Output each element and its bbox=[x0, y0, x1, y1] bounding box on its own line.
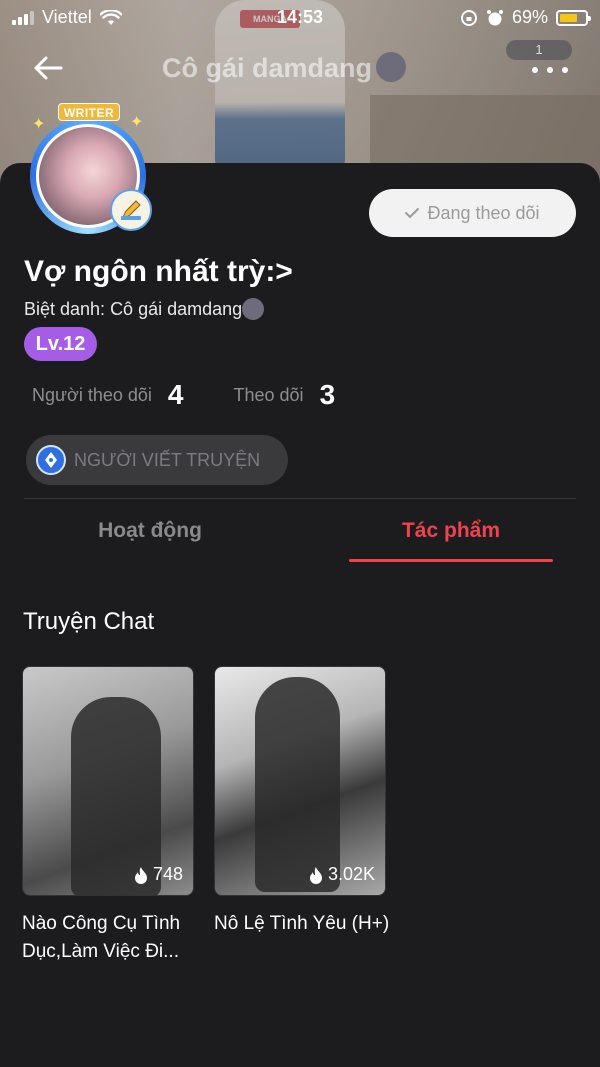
fire-icon bbox=[309, 866, 322, 884]
pen-badge-icon bbox=[110, 189, 152, 231]
view-count: 748 bbox=[133, 864, 183, 885]
active-tab-indicator bbox=[349, 559, 553, 562]
arrow-left-icon bbox=[34, 56, 63, 80]
profile-nickname: Biệt danh: Cô gái damdang bbox=[24, 298, 265, 320]
following-count[interactable]: 3 bbox=[320, 379, 336, 411]
nav-bar: Cô gái damdang 1 bbox=[0, 40, 600, 96]
view-count-value: 748 bbox=[152, 864, 183, 884]
divider bbox=[24, 498, 576, 499]
story-card[interactable]: 748 Nào Công Cụ Tình Dục,Làm Việc Đi... bbox=[22, 666, 194, 966]
story-title: Nô Lệ Tình Yêu (H+) bbox=[214, 913, 390, 934]
battery-icon bbox=[556, 9, 591, 26]
story-cover: 3.02K bbox=[214, 666, 386, 896]
following-label[interactable]: Theo dõi bbox=[234, 385, 304, 406]
dot bbox=[562, 67, 568, 73]
tab-works[interactable]: Tác phẩm bbox=[349, 508, 553, 564]
role-label: NGƯỜI VIẾT TRUYỆN bbox=[74, 449, 261, 470]
rotation-lock-icon bbox=[460, 9, 477, 26]
back-button[interactable] bbox=[26, 48, 70, 88]
followers-label[interactable]: Người theo dõi bbox=[32, 385, 152, 406]
follow-stats: Người theo dõi 4 Theo dõi 3 bbox=[32, 375, 335, 415]
view-count-value: 3.02K bbox=[327, 864, 375, 884]
nav-title: Cô gái damdang bbox=[162, 52, 407, 84]
fire-icon bbox=[134, 866, 147, 884]
followers-count[interactable]: 4 bbox=[168, 379, 184, 411]
emoji-icon bbox=[376, 52, 407, 82]
status-right: 69% bbox=[460, 7, 591, 28]
more-options-button[interactable] bbox=[532, 64, 568, 76]
story-card[interactable]: 3.02K Nô Lệ Tình Yêu (H+) bbox=[214, 666, 389, 938]
level-badge: Lv.12 bbox=[24, 327, 97, 361]
tab-works-label: Tác phẩm bbox=[401, 519, 501, 542]
checkmark-icon bbox=[405, 208, 420, 219]
profile-avatar[interactable]: WRITER ✦ ✦ bbox=[18, 100, 158, 235]
following-button-label: Đang theo dõi bbox=[427, 202, 540, 223]
sparkle-icon: ✦ bbox=[32, 116, 46, 133]
profile-tabs: Hoạt động Tác phẩm bbox=[0, 508, 600, 564]
writer-role-chip[interactable]: NGƯỜI VIẾT TRUYỆN bbox=[26, 435, 288, 485]
alarm-icon bbox=[486, 9, 503, 25]
dot bbox=[547, 67, 553, 73]
emoji-icon bbox=[242, 298, 265, 320]
story-cover: 748 bbox=[22, 666, 194, 896]
dot bbox=[532, 67, 538, 73]
writer-tag: WRITER bbox=[58, 103, 120, 121]
section-title: Truyện Chat bbox=[23, 608, 155, 635]
view-count: 3.02K bbox=[308, 864, 375, 885]
sparkle-icon: ✦ bbox=[130, 114, 144, 131]
nickname-text: Biệt danh: Cô gái damdang bbox=[24, 299, 243, 319]
profile-card: Đang theo dõi Vợ ngôn nhất trỳ:> Biệt da… bbox=[0, 163, 600, 1067]
battery-fill bbox=[560, 13, 577, 22]
battery-percent: 69% bbox=[511, 7, 548, 27]
pen-nib-icon bbox=[36, 445, 66, 475]
profile-name: Vợ ngôn nhất trỳ:> bbox=[24, 255, 293, 288]
status-bar: Viettel 14:53 69% bbox=[0, 0, 600, 34]
notification-badge[interactable]: 1 bbox=[506, 40, 572, 60]
story-title: Nào Công Cụ Tình Dục,Làm Việc Đi... bbox=[22, 913, 181, 962]
following-button[interactable]: Đang theo dõi bbox=[369, 189, 576, 237]
nav-title-text: Cô gái damdang bbox=[162, 53, 373, 83]
tab-activity[interactable]: Hoạt động bbox=[50, 508, 250, 564]
